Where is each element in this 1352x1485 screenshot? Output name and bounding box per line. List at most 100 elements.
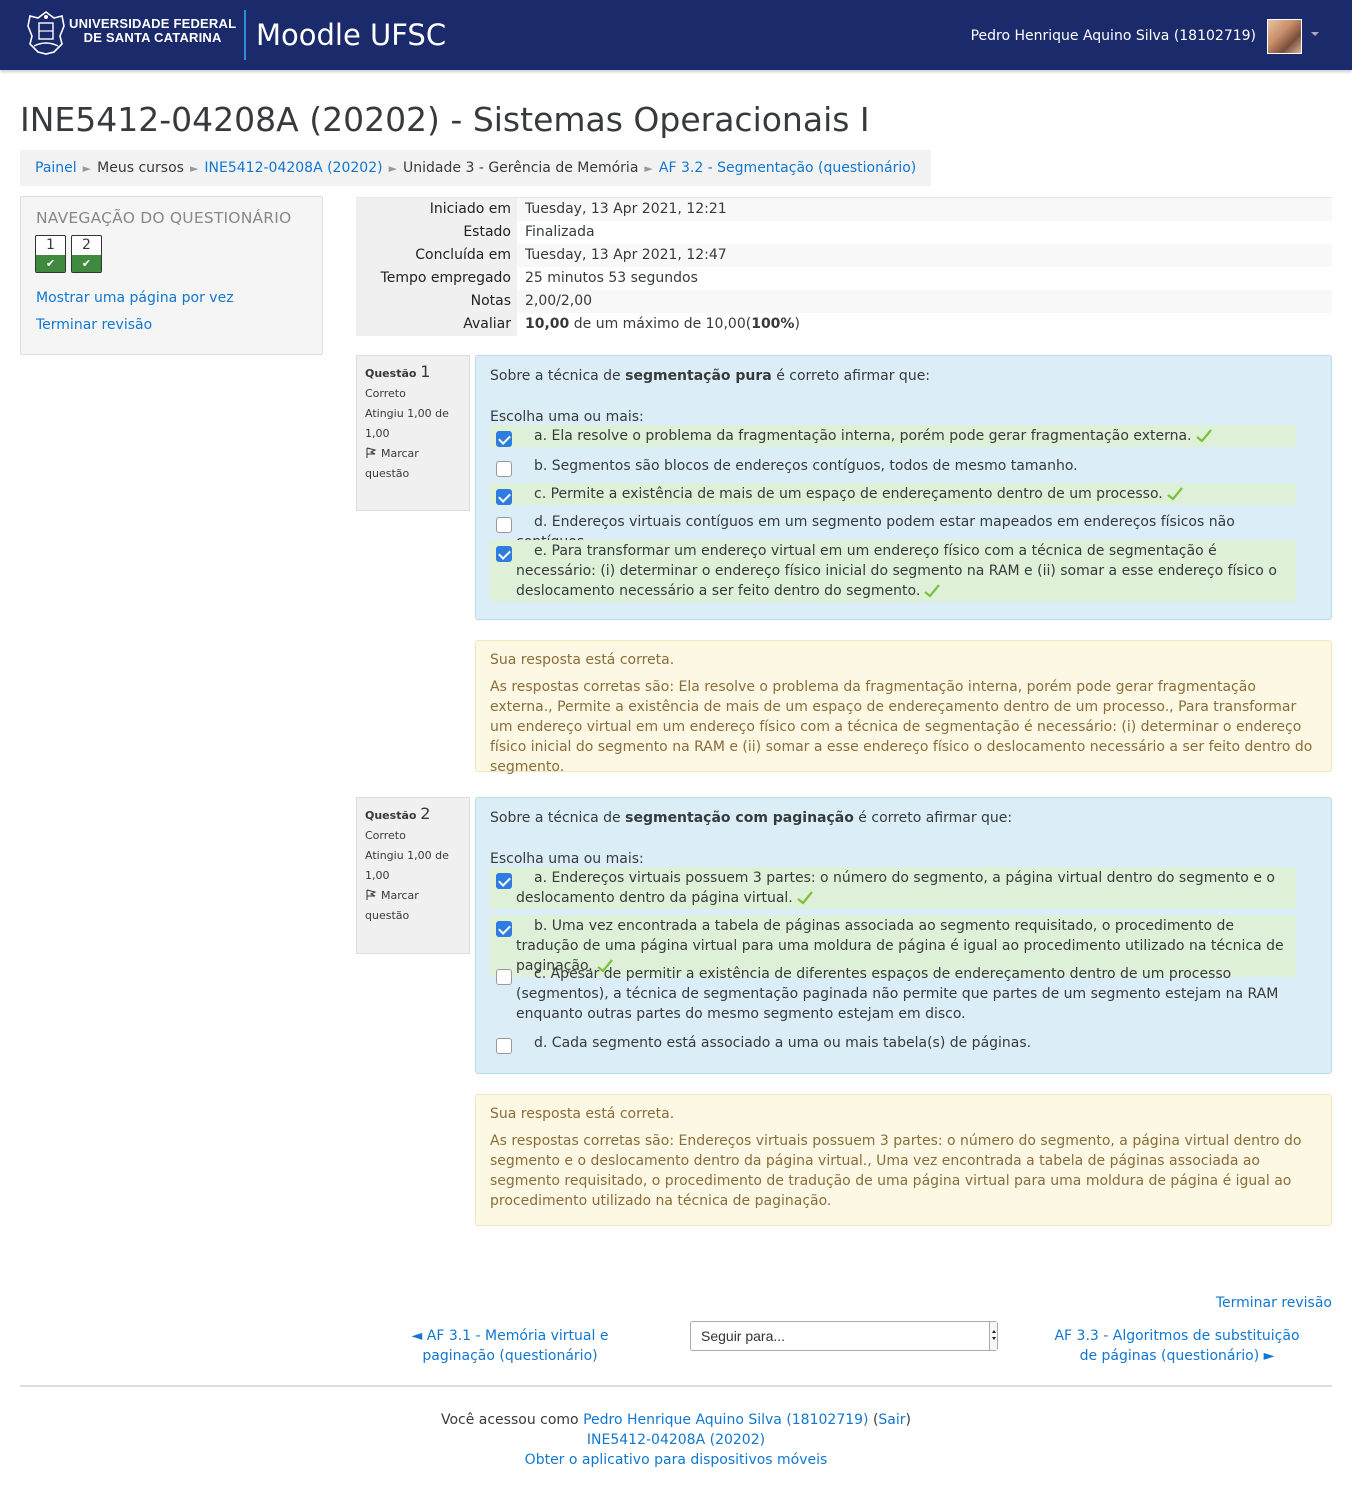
- select-arrows-icon: [989, 1322, 997, 1350]
- question-number: Questão 1: [365, 362, 461, 384]
- answer-letter: d.: [534, 514, 548, 530]
- summary-value: Tuesday, 13 Apr 2021, 12:47: [517, 244, 1332, 267]
- answer-letter: b.: [534, 458, 548, 474]
- answer-letter: a.: [534, 428, 548, 444]
- breadcrumb-item-quiz[interactable]: AF 3.2 - Segmentação (questionário): [659, 160, 916, 176]
- previous-activity-link[interactable]: ◄ AF 3.1 - Memória virtual e paginação (…: [375, 1326, 645, 1366]
- finish-review-link[interactable]: Terminar revisão: [36, 315, 152, 335]
- answer-option[interactable]: c. Permite a existência de mais de um es…: [490, 483, 1296, 505]
- answer-checkbox[interactable]: [496, 921, 512, 937]
- summary-row: Concluída em Tuesday, 13 Apr 2021, 12:47: [356, 244, 1332, 267]
- check-icon: ✔: [36, 255, 65, 272]
- correct-check-icon: [797, 891, 813, 905]
- logout-link[interactable]: Sair: [878, 1412, 905, 1428]
- check-icon: ✔: [72, 255, 101, 272]
- answer-label: Endereços virtuais possuem 3 partes: o n…: [516, 870, 1275, 906]
- answer-text: c. Apesar de permitir a existência de di…: [516, 964, 1292, 1024]
- answer-option[interactable]: c. Apesar de permitir a existência de di…: [490, 963, 1296, 1025]
- finish-review-bottom-link[interactable]: Terminar revisão: [1216, 1293, 1332, 1313]
- question-feedback-1: Sua resposta está correta. As respostas …: [475, 640, 1332, 775]
- answer-letter: e.: [534, 543, 548, 559]
- grade-max: de um máximo de 10,00(: [569, 316, 752, 332]
- navbar-divider: [244, 10, 246, 60]
- question-text-part: Sobre a técnica de: [490, 368, 626, 384]
- university-name-line2: DE SANTA CATARINA: [83, 30, 222, 45]
- summary-row: Tempo empregado 25 minutos 53 segundos: [356, 267, 1332, 290]
- university-name-line1: UNIVERSIDADE FEDERAL: [69, 16, 237, 31]
- answer-checkbox[interactable]: [496, 546, 512, 562]
- answer-text: a. Endereços virtuais possuem 3 partes: …: [516, 868, 1292, 908]
- answer-text: d. Cada segmento está associado a uma ou…: [516, 1033, 1292, 1053]
- jump-to-select[interactable]: Seguir para...: [690, 1321, 998, 1351]
- question-text: Sobre a técnica de segmentação pura é co…: [490, 366, 1317, 386]
- answer-letter: b.: [534, 918, 548, 934]
- summary-grade-value: 10,00 de um máximo de 10,00(100%): [517, 313, 1332, 336]
- answer-text: a. Ela resolve o problema da fragmentaçã…: [516, 426, 1292, 446]
- summary-label: Avaliar: [356, 313, 517, 336]
- answer-label: Para transformar um endereço virtual em …: [516, 543, 1277, 599]
- question-grade: Atingiu 1,00 de 1,00: [365, 407, 449, 440]
- feedback-status: Sua resposta está correta.: [490, 652, 675, 668]
- flag-icon: [366, 447, 377, 458]
- breadcrumb-item-course[interactable]: INE5412-04208A (20202): [204, 160, 382, 176]
- answer-letter: c.: [534, 486, 547, 502]
- site-name[interactable]: Moodle UFSC: [256, 17, 446, 53]
- breadcrumb-separator-icon: ►: [644, 162, 653, 175]
- flag-question-button[interactable]: Marcar questão: [365, 444, 461, 484]
- summary-value: Finalizada: [525, 224, 595, 240]
- breadcrumb-separator-icon: ►: [189, 162, 199, 175]
- summary-row: Estado Finalizada: [356, 221, 1332, 244]
- university-name[interactable]: UNIVERSIDADE FEDERAL DE SANTA CATARINA: [69, 17, 236, 45]
- answer-checkbox[interactable]: [496, 517, 512, 533]
- footer-paren: ): [905, 1412, 912, 1428]
- question-content-2: Sobre a técnica de segmentação com pagin…: [475, 797, 1332, 1074]
- ufsc-logo-icon[interactable]: [24, 10, 68, 56]
- breadcrumb-item-painel[interactable]: Painel: [35, 160, 77, 176]
- summary-row: Avaliar 10,00 de um máximo de 10,00(100%): [356, 313, 1332, 336]
- answer-checkbox[interactable]: [496, 969, 512, 985]
- flag-question-button[interactable]: Marcar questão: [365, 886, 461, 926]
- jump-to-select-value: Seguir para...: [701, 1328, 786, 1344]
- answer-checkbox[interactable]: [496, 461, 512, 477]
- quiz-nav-button-2[interactable]: 2 ✔: [71, 235, 102, 273]
- quiz-nav-button-1[interactable]: 1 ✔: [35, 235, 66, 273]
- answer-option[interactable]: e. Para transformar um endereço virtual …: [490, 540, 1296, 602]
- answer-label: Cada segmento está associado a uma ou ma…: [551, 1035, 1032, 1051]
- footer-user-link[interactable]: Pedro Henrique Aquino Silva (18102719): [583, 1412, 868, 1428]
- answer-text: e. Para transformar um endereço virtual …: [516, 541, 1292, 601]
- answer-option[interactable]: a. Endereços virtuais possuem 3 partes: …: [490, 867, 1296, 909]
- breadcrumb-item-meus-cursos: Meus cursos: [97, 160, 184, 176]
- question-feedback-2: Sua resposta está correta. As respostas …: [475, 1094, 1332, 1226]
- grade-percent: 100%: [751, 316, 795, 332]
- answer-label: Apesar de permitir a existência de difer…: [516, 966, 1279, 1022]
- footer-course-link[interactable]: INE5412-04208A (20202): [587, 1432, 765, 1448]
- question-info-1: Questão 1 Correto Atingiu 1,00 de 1,00 M…: [356, 355, 470, 511]
- quiz-nav-button-number: 2: [82, 237, 91, 253]
- user-menu-caret-icon[interactable]: [1311, 32, 1319, 36]
- breadcrumb-item-unit: Unidade 3 - Gerência de Memória: [403, 160, 639, 176]
- breadcrumb-separator-icon: ►: [388, 162, 398, 175]
- answer-checkbox[interactable]: [496, 489, 512, 505]
- user-avatar[interactable]: [1267, 19, 1302, 54]
- quiz-navigation-title: NAVEGAÇÃO DO QUESTIONÁRIO: [36, 209, 292, 227]
- correct-check-icon: [1167, 487, 1183, 501]
- user-menu-name[interactable]: Pedro Henrique Aquino Silva (18102719): [971, 27, 1256, 45]
- answer-checkbox[interactable]: [496, 431, 512, 447]
- question-prompt: Escolha uma ou mais:: [490, 409, 644, 425]
- answer-option[interactable]: b. Segmentos são blocos de endereços con…: [490, 455, 1296, 477]
- grade-close: ): [794, 316, 800, 332]
- mobile-app-link[interactable]: Obter o aplicativo para dispositivos móv…: [525, 1452, 828, 1468]
- answer-option[interactable]: a. Ela resolve o problema da fragmentaçã…: [490, 425, 1296, 447]
- answer-checkbox[interactable]: [496, 873, 512, 889]
- answer-option[interactable]: d. Cada segmento está associado a uma ou…: [490, 1032, 1296, 1054]
- footer: Você acessou como Pedro Henrique Aquino …: [0, 1410, 1352, 1470]
- question-info-2: Questão 2 Correto Atingiu 1,00 de 1,00 M…: [356, 797, 470, 954]
- answer-checkbox[interactable]: [496, 1038, 512, 1054]
- question-status: Correto: [365, 829, 406, 842]
- quiz-navigation-block: NAVEGAÇÃO DO QUESTIONÁRIO 1 ✔ 2 ✔ Mostra…: [20, 196, 323, 355]
- correct-check-icon: [924, 584, 941, 598]
- show-one-page-link[interactable]: Mostrar uma página por vez: [36, 288, 234, 308]
- summary-label: Tempo empregado: [356, 267, 517, 290]
- summary-label: Notas: [356, 290, 517, 313]
- next-activity-link[interactable]: AF 3.3 - Algoritmos de substituição de p…: [1044, 1326, 1310, 1366]
